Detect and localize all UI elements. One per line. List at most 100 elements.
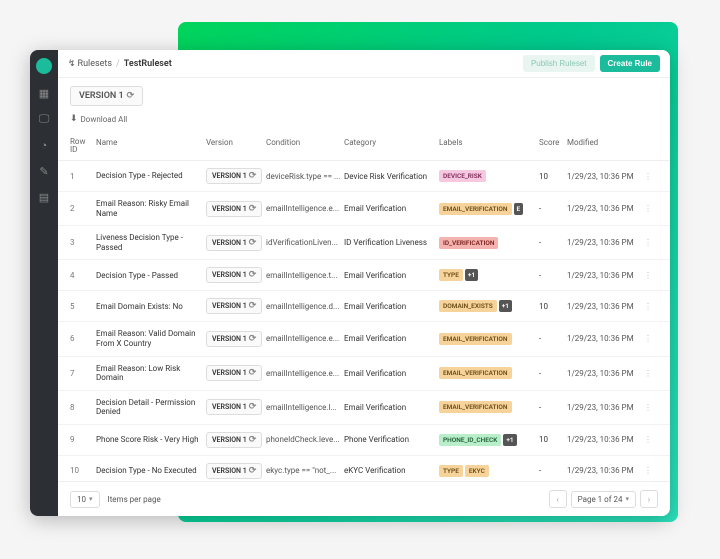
col-category[interactable]: Category: [344, 138, 439, 154]
row-name: Liveness Decision Type - Passed: [96, 233, 206, 252]
table-body: 1Decision Type - RejectedVERSION 1⟳devic…: [58, 161, 670, 481]
settings-icon[interactable]: ✎: [37, 164, 51, 178]
refresh-icon[interactable]: ⟳: [249, 368, 257, 378]
page-next-button[interactable]: ›: [640, 490, 658, 508]
refresh-icon[interactable]: ⟳: [127, 91, 135, 101]
label-extra[interactable]: +1: [499, 300, 512, 312]
row-menu-icon[interactable]: ⋮: [642, 466, 654, 475]
col-version[interactable]: Version: [206, 138, 266, 154]
label-tag[interactable]: DEVICE_RISK: [439, 170, 486, 182]
breadcrumb-root[interactable]: Rulesets: [78, 59, 112, 69]
version-pill[interactable]: VERSION 1⟳: [206, 331, 262, 347]
version-pill-label: VERSION 1: [212, 271, 247, 279]
table-row[interactable]: 8Decision Detail - Permission DeniedVERS…: [58, 391, 670, 425]
refresh-icon[interactable]: ⟳: [249, 270, 257, 280]
row-id: 4: [70, 271, 96, 280]
col-rowid[interactable]: Row ID: [70, 138, 96, 154]
desktop-icon[interactable]: 🖵: [37, 112, 51, 126]
row-labels: EMAIL_VERIFICATION: [439, 367, 539, 379]
row-category: Email Verification: [344, 369, 439, 378]
version-pill[interactable]: VERSION 1⟳: [206, 463, 262, 479]
table-row[interactable]: 10Decision Type - No ExecutedVERSION 1⟳e…: [58, 456, 670, 481]
version-pill[interactable]: VERSION 1⟳: [206, 432, 262, 448]
download-all[interactable]: ⬇ Download All: [58, 112, 670, 132]
row-category: ID Verification Liveness: [344, 238, 439, 247]
label-tag[interactable]: EMAIL_VERIFICATION: [439, 367, 512, 379]
version-pill[interactable]: VERSION 1⟳: [206, 365, 262, 381]
version-pill[interactable]: VERSION 1⟳: [206, 399, 262, 415]
label-extra[interactable]: +1: [465, 269, 478, 281]
table-footer: 10 Items per page ‹ Page 1 of 24 ›: [58, 481, 670, 516]
table-row[interactable]: 3Liveness Decision Type - PassedVERSION …: [58, 226, 670, 260]
label-tag[interactable]: EMAIL_VERIFICATION: [439, 401, 512, 413]
version-pill[interactable]: VERSION 1⟳: [206, 298, 262, 314]
label-tag[interactable]: EKYC: [465, 465, 489, 477]
logo-icon[interactable]: [36, 58, 52, 74]
version-pill[interactable]: VERSION 1⟳: [206, 201, 262, 217]
refresh-icon[interactable]: ⟳: [249, 301, 257, 311]
refresh-icon[interactable]: ⟳: [249, 466, 257, 476]
home-icon[interactable]: ▦: [37, 86, 51, 100]
label-tag[interactable]: DOMAIN_EXISTS: [439, 300, 497, 312]
refresh-icon[interactable]: ⟳: [249, 204, 257, 214]
topbar: ↯ Rulesets / TestRuleset Publish Ruleset…: [58, 50, 670, 78]
chart-icon[interactable]: ◔: [37, 138, 51, 152]
label-tag[interactable]: EMAIL_VERIFICATION: [439, 203, 512, 215]
col-condition[interactable]: Condition: [266, 138, 344, 154]
publish-ruleset-button[interactable]: Publish Ruleset: [523, 55, 595, 72]
version-pill[interactable]: VERSION 1⟳: [206, 235, 262, 251]
row-menu-icon[interactable]: ⋮: [642, 271, 654, 280]
nav-icon[interactable]: ▤: [37, 190, 51, 204]
row-labels: TYPE+1: [439, 269, 539, 281]
label-extra[interactable]: E: [514, 203, 524, 215]
col-name[interactable]: Name: [96, 138, 206, 154]
table-row[interactable]: 7Email Reason: Low Risk DomainVERSION 1⟳…: [58, 357, 670, 391]
breadcrumb-sep: /: [116, 59, 120, 69]
row-menu-icon[interactable]: ⋮: [642, 172, 654, 181]
col-modified[interactable]: Modified: [567, 138, 642, 154]
page-size-select[interactable]: 10: [70, 491, 100, 508]
version-tab[interactable]: VERSION 1 ⟳: [70, 86, 143, 106]
refresh-icon[interactable]: ⟳: [249, 435, 257, 445]
page-prev-button[interactable]: ‹: [549, 490, 567, 508]
version-pill[interactable]: VERSION 1⟳: [206, 267, 262, 283]
row-labels: DOMAIN_EXISTS+1: [439, 300, 539, 312]
version-pill-label: VERSION 1: [212, 239, 247, 247]
row-menu-icon[interactable]: ⋮: [642, 204, 654, 213]
table-row[interactable]: 4Decision Type - PassedVERSION 1⟳emailIn…: [58, 260, 670, 291]
row-menu-icon[interactable]: ⋮: [642, 302, 654, 311]
version-pill[interactable]: VERSION 1⟳: [206, 168, 262, 184]
row-menu-icon[interactable]: ⋮: [642, 334, 654, 343]
row-menu-icon[interactable]: ⋮: [642, 403, 654, 412]
row-menu-icon[interactable]: ⋮: [642, 435, 654, 444]
label-tag[interactable]: EMAIL_VERIFICATION: [439, 333, 512, 345]
refresh-icon[interactable]: ⟳: [249, 171, 257, 181]
table-row[interactable]: 9Phone Score Risk - Very HighVERSION 1⟳p…: [58, 425, 670, 456]
row-id: 3: [70, 238, 96, 247]
row-menu-icon[interactable]: ⋮: [642, 369, 654, 378]
refresh-icon[interactable]: ⟳: [249, 402, 257, 412]
col-score[interactable]: Score: [539, 138, 567, 154]
label-tag[interactable]: TYPE: [439, 269, 463, 281]
page-current[interactable]: Page 1 of 24: [571, 491, 636, 508]
table-row[interactable]: 1Decision Type - RejectedVERSION 1⟳devic…: [58, 161, 670, 192]
row-category: Device Risk Verification: [344, 172, 439, 181]
table-row[interactable]: 6Email Reason: Valid Domain From X Count…: [58, 322, 670, 356]
table-row[interactable]: 5Email Domain Exists: NoVERSION 1⟳emailI…: [58, 291, 670, 322]
refresh-icon[interactable]: ⟳: [249, 238, 257, 248]
label-tag[interactable]: ID_VERIFICATION: [439, 237, 498, 249]
row-id: 7: [70, 369, 96, 378]
label-tag[interactable]: PHONE_ID_CHECK: [439, 434, 501, 446]
label-tag[interactable]: TYPE: [439, 465, 463, 477]
label-extra[interactable]: +1: [503, 434, 516, 446]
row-modified: 1/29/23, 10:36 PM: [567, 238, 642, 247]
row-name: Phone Score Risk - Very High: [96, 435, 206, 445]
row-menu-icon[interactable]: ⋮: [642, 238, 654, 247]
row-score: 10: [539, 435, 567, 444]
download-all-label: Download All: [81, 115, 128, 124]
refresh-icon[interactable]: ⟳: [249, 334, 257, 344]
create-rule-button[interactable]: Create Rule: [600, 55, 660, 72]
row-id: 10: [70, 466, 96, 475]
col-labels[interactable]: Labels: [439, 138, 539, 154]
table-row[interactable]: 2Email Reason: Risky Email NameVERSION 1…: [58, 192, 670, 226]
